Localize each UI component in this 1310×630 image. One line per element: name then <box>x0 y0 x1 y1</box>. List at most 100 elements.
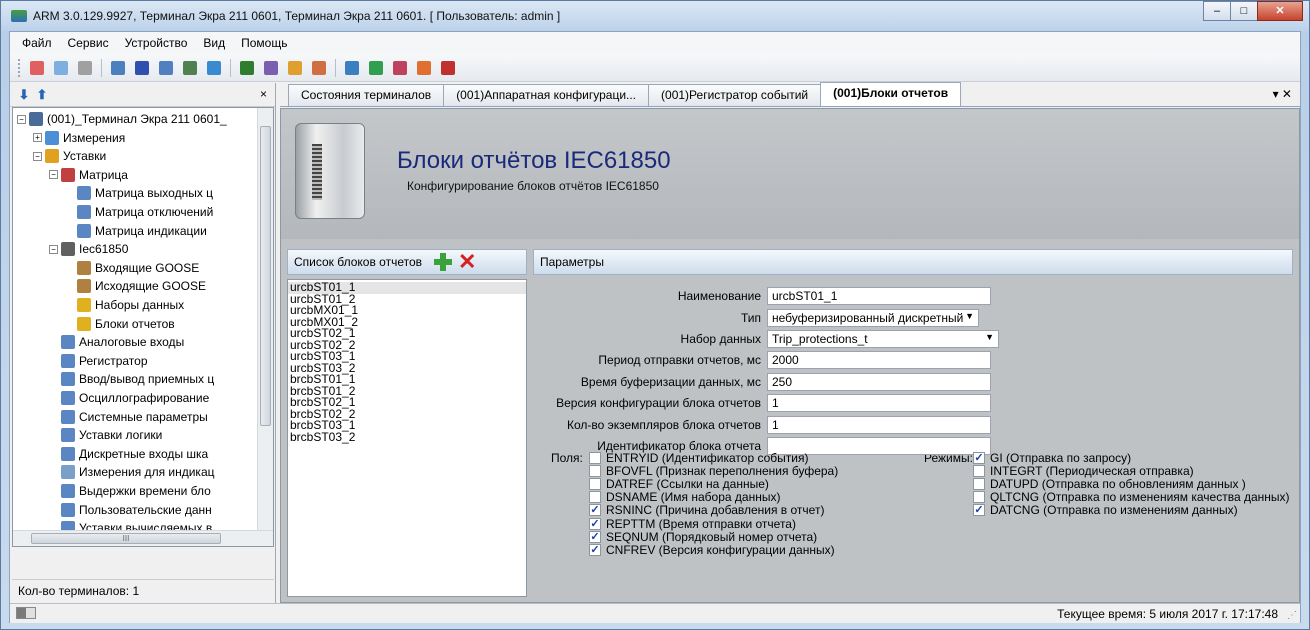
toolbar-button[interactable] <box>309 58 329 78</box>
tree-node[interactable]: Исходящие GOOSE <box>65 277 206 295</box>
tree-node[interactable]: + Измерения <box>33 129 125 147</box>
close-panel-icon[interactable]: × <box>260 87 267 101</box>
tree-node[interactable]: Блоки отчетов <box>65 315 175 333</box>
tab-hardware-config[interactable]: (001)Аппаратная конфигураци... <box>443 84 650 106</box>
toolbar-button[interactable] <box>27 58 47 78</box>
tree-node[interactable]: Измерения для индикац <box>49 463 215 481</box>
option-checkbox[interactable]: DATREF (Ссылки на данные) <box>589 477 769 491</box>
tab-controls[interactable]: ▾ ✕ <box>1273 87 1292 101</box>
tree-node[interactable]: Осциллографирование <box>49 389 209 407</box>
field-select[interactable]: Trip_protections_t ▼ <box>767 330 999 348</box>
tree-node[interactable]: Матрица отключений <box>65 203 213 221</box>
expand-toggle-icon[interactable]: − <box>17 114 26 124</box>
checkbox-empty-icon[interactable] <box>973 477 985 490</box>
field-input[interactable]: 1 <box>767 394 991 412</box>
toolbar-button[interactable] <box>108 58 128 78</box>
menu-device[interactable]: Устройство <box>117 36 196 50</box>
option-checkbox[interactable]: ✓ CNFREV (Версия конфигурации данных) <box>589 543 835 557</box>
tree-node[interactable]: Выдержки времени бло <box>49 482 211 500</box>
report-list-item[interactable]: brcbST03_2 <box>288 431 526 444</box>
field-input[interactable]: 2000 <box>767 351 991 369</box>
checkbox-empty-icon[interactable] <box>973 491 985 504</box>
toolbar-button[interactable] <box>414 58 434 78</box>
tab-terminal-states[interactable]: Состояния терминалов <box>288 84 445 106</box>
option-checkbox[interactable]: ✓ GI (Отправка по запросу) <box>973 451 1131 465</box>
tree-node[interactable]: − (001)_Терминал Экра 211 0601_ <box>17 110 227 128</box>
dropdown-arrow-icon[interactable]: ▼ <box>965 311 974 321</box>
toolbar-button[interactable] <box>261 58 281 78</box>
checkbox-empty-icon[interactable] <box>589 451 601 464</box>
option-checkbox[interactable]: DATUPD (Отправка по обновлениям данных ) <box>973 477 1246 491</box>
maximize-button[interactable]: □ <box>1230 1 1258 21</box>
option-checkbox[interactable]: ✓ SEQNUM (Порядковый номер отчета) <box>589 530 817 544</box>
toolbar-button[interactable] <box>237 58 257 78</box>
delete-icon[interactable]: ✕ <box>458 251 476 273</box>
tab-report-blocks[interactable]: (001)Блоки отчетов <box>820 82 962 106</box>
toolbar-button[interactable] <box>342 58 362 78</box>
resize-grip-icon[interactable]: ⋰ <box>1287 610 1297 621</box>
tree-node[interactable]: Дискретные входы шка <box>49 445 208 463</box>
toolbar-button[interactable] <box>75 58 95 78</box>
checkbox-empty-icon[interactable] <box>589 464 601 477</box>
toolbar-button[interactable] <box>51 58 71 78</box>
arrow-up-icon[interactable]: ⬆ <box>34 87 50 103</box>
tree-node[interactable]: Наборы данных <box>65 296 184 314</box>
toolbar-button[interactable] <box>132 58 152 78</box>
option-checkbox[interactable]: ✓ RSNINC (Причина добавления в отчет) <box>589 503 824 517</box>
tree-node[interactable]: Входящие GOOSE <box>65 259 199 277</box>
field-input[interactable]: urcbST01_1 <box>767 287 991 305</box>
tree-node[interactable]: Матрица выходных ц <box>65 184 213 202</box>
checkbox-checked-icon[interactable]: ✓ <box>589 543 601 556</box>
option-checkbox[interactable]: DSNAME (Имя набора данных) <box>589 490 780 504</box>
toolbar-button[interactable] <box>390 58 410 78</box>
dropdown-arrow-icon[interactable]: ▼ <box>985 332 994 342</box>
checkbox-empty-icon[interactable] <box>589 491 601 504</box>
tree-node[interactable]: Матрица индикации <box>65 222 207 240</box>
tree-node[interactable]: Пользовательские данн <box>49 501 212 519</box>
add-icon[interactable] <box>434 253 453 271</box>
tree-node[interactable]: − Iec61850 <box>49 240 128 258</box>
checkbox-checked-icon[interactable]: ✓ <box>973 451 985 464</box>
field-select[interactable]: небуферизированный дискретный ▼ <box>767 309 979 327</box>
field-input[interactable]: 250 <box>767 373 991 391</box>
tab-event-recorder[interactable]: (001)Регистратор событий <box>648 84 822 106</box>
menu-view[interactable]: Вид <box>195 36 233 50</box>
option-checkbox[interactable]: ENTRYID (Идентификатор события) <box>589 451 808 465</box>
checkbox-checked-icon[interactable]: ✓ <box>973 504 985 517</box>
tree-vertical-scrollbar[interactable] <box>257 108 273 546</box>
close-button[interactable]: ✕ <box>1257 1 1303 21</box>
tree-node[interactable]: − Матрица <box>49 166 128 184</box>
tree-node[interactable]: − Уставки <box>33 147 106 165</box>
option-checkbox[interactable]: ✓ DATCNG (Отправка по изменениям данных) <box>973 503 1238 517</box>
scrollbar-thumb[interactable]: III <box>31 533 221 544</box>
tree-node[interactable]: Регистратор <box>49 352 148 370</box>
option-checkbox[interactable]: ✓ REPTTM (Время отправки отчета) <box>589 517 796 531</box>
expand-toggle-icon[interactable]: − <box>33 151 42 161</box>
tree-horizontal-scrollbar[interactable]: III <box>13 530 273 546</box>
menu-file[interactable]: Файл <box>14 36 60 50</box>
tree-node[interactable]: Ввод/вывод приемных ц <box>49 370 214 388</box>
menu-service[interactable]: Сервис <box>60 36 117 50</box>
toolbar-button[interactable] <box>438 58 458 78</box>
field-input[interactable]: 1 <box>767 416 991 434</box>
arrow-down-icon[interactable]: ⬇ <box>16 87 32 103</box>
minimize-button[interactable]: – <box>1203 1 1231 21</box>
option-checkbox[interactable]: BFOVFL (Признак переполнения буфера) <box>589 464 838 478</box>
expand-toggle-icon[interactable]: + <box>33 133 42 143</box>
option-checkbox[interactable]: INTEGRT (Периодическая отправка) <box>973 464 1194 478</box>
toolbar-button[interactable] <box>156 58 176 78</box>
checkbox-empty-icon[interactable] <box>973 464 985 477</box>
checkbox-empty-icon[interactable] <box>589 477 601 490</box>
tree-node[interactable]: Системные параметры <box>49 408 208 426</box>
toolbar-button[interactable] <box>180 58 200 78</box>
expand-toggle-icon[interactable]: − <box>49 170 58 180</box>
toolbar-button[interactable] <box>285 58 305 78</box>
toolbar-button[interactable] <box>204 58 224 78</box>
checkbox-checked-icon[interactable]: ✓ <box>589 517 601 530</box>
checkbox-checked-icon[interactable]: ✓ <box>589 504 601 517</box>
option-checkbox[interactable]: QLTCNG (Отправка по изменениям качества … <box>973 490 1290 504</box>
tree-node[interactable]: Аналоговые входы <box>49 333 184 351</box>
toolbar-button[interactable] <box>366 58 386 78</box>
scrollbar-thumb[interactable] <box>260 126 271 426</box>
menu-help[interactable]: Помощь <box>233 36 295 50</box>
